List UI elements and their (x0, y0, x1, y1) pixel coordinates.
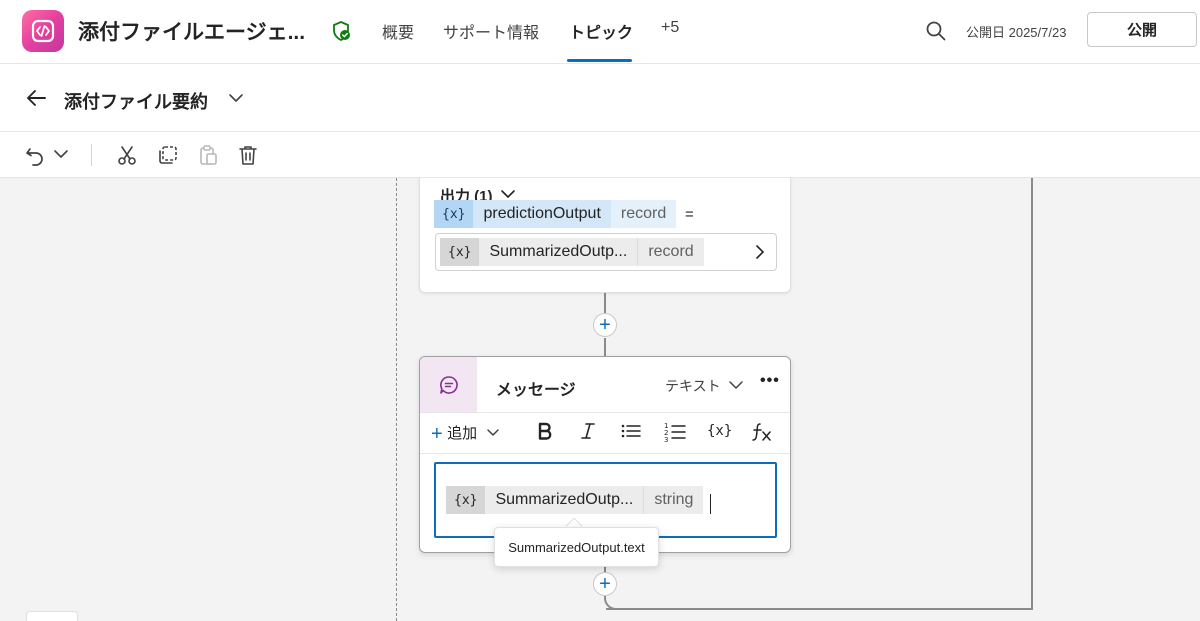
message-title: メッセージ (496, 382, 576, 399)
chevron-down-icon (486, 429, 499, 436)
formula-icon[interactable] (751, 421, 773, 448)
bullet-list-icon[interactable] (620, 421, 642, 446)
undo-icon[interactable] (24, 144, 46, 171)
add-button[interactable]: + 追加 (431, 422, 500, 446)
chevron-down-icon[interactable] (728, 378, 744, 396)
equals-sign: = (685, 206, 694, 223)
back-arrow-icon[interactable] (25, 88, 47, 113)
svg-text:3: 3 (664, 436, 668, 443)
tab-topics[interactable]: トピック (569, 19, 633, 43)
plus-icon: + (431, 423, 443, 445)
delete-icon[interactable] (237, 144, 259, 171)
text-cursor (710, 494, 711, 514)
action-node-output[interactable]: 出力 (1) {x} predictionOutput record = {x}… (419, 178, 791, 293)
editor-toolbar (0, 132, 1200, 178)
search-icon[interactable] (925, 20, 947, 47)
paste-icon[interactable] (197, 144, 219, 171)
app-logo-icon (22, 10, 64, 52)
branch-connector-line (606, 608, 1033, 610)
tab-overview[interactable]: 概要 (382, 19, 414, 43)
cut-icon[interactable] (116, 144, 138, 171)
value-variable-token[interactable]: {x} SummarizedOutp... record (440, 238, 704, 266)
node-connector (604, 338, 606, 356)
variable-type: record (610, 200, 677, 228)
variable-icon: {x} (434, 200, 474, 228)
topic-bar: 添付ファイル要約 (0, 64, 1200, 132)
variable-name: predictionOutput (473, 200, 611, 228)
message-variable-token[interactable]: {x} SummarizedOutp... string (446, 486, 704, 514)
variable-icon: {x} (446, 486, 486, 514)
node-connector (604, 293, 606, 313)
toolbar-divider (91, 144, 92, 166)
chevron-down-icon[interactable] (228, 91, 244, 109)
variable-name: SummarizedOutp... (479, 238, 638, 266)
published-date: 公開日 2025/7/23 (966, 25, 1067, 40)
app-title[interactable]: 添付ファイルエージェ... (78, 16, 305, 46)
canvas-control[interactable] (26, 611, 78, 621)
chevron-right-icon[interactable] (754, 244, 766, 265)
more-options-icon[interactable]: ••• (760, 372, 780, 390)
active-tab-indicator (567, 59, 632, 62)
message-icon (420, 357, 477, 412)
tab-more[interactable]: +5 (661, 19, 679, 37)
formatting-toolbar: + 追加 1 2 3 {x} (420, 412, 790, 454)
message-type-dropdown[interactable]: テキスト (665, 376, 721, 396)
variable-name: SummarizedOutp... (485, 486, 644, 514)
message-node[interactable]: メッセージ テキスト ••• + 追加 1 2 3 {x} {x} Summar… (419, 356, 791, 553)
topic-title: 添付ファイル要約 (64, 92, 208, 112)
variable-icon: {x} (440, 238, 480, 266)
variable-tooltip: SummarizedOutput.text (494, 527, 659, 567)
output-value-field[interactable]: {x} SummarizedOutp... record (435, 233, 777, 271)
insert-variable-icon[interactable]: {x} (707, 423, 732, 439)
branch-connector-line (1031, 178, 1033, 610)
add-label: 追加 (447, 425, 478, 442)
copy-icon[interactable] (157, 144, 179, 171)
output-variable-token[interactable]: {x} predictionOutput record (434, 200, 677, 228)
add-node-button[interactable]: + (593, 572, 617, 596)
tab-knowledge[interactable]: サポート情報 (443, 19, 539, 43)
numbered-list-icon[interactable]: 1 2 3 (664, 421, 686, 448)
app-header: 添付ファイルエージェ... 概要 サポート情報 トピック +5 公開日 2025… (0, 0, 1200, 64)
bold-icon[interactable] (537, 421, 553, 446)
variable-type: string (643, 486, 704, 514)
branch-dashed-line (396, 178, 397, 621)
italic-icon[interactable] (580, 421, 596, 446)
publish-button[interactable]: 公開 (1087, 12, 1197, 47)
chevron-down-icon[interactable] (53, 147, 69, 165)
add-node-button[interactable]: + (593, 313, 617, 337)
shield-check-icon[interactable] (330, 20, 352, 47)
variable-type: record (637, 238, 704, 266)
topic-canvas[interactable]: + + 出力 (1) {x} predictionOutput record =… (0, 178, 1200, 621)
